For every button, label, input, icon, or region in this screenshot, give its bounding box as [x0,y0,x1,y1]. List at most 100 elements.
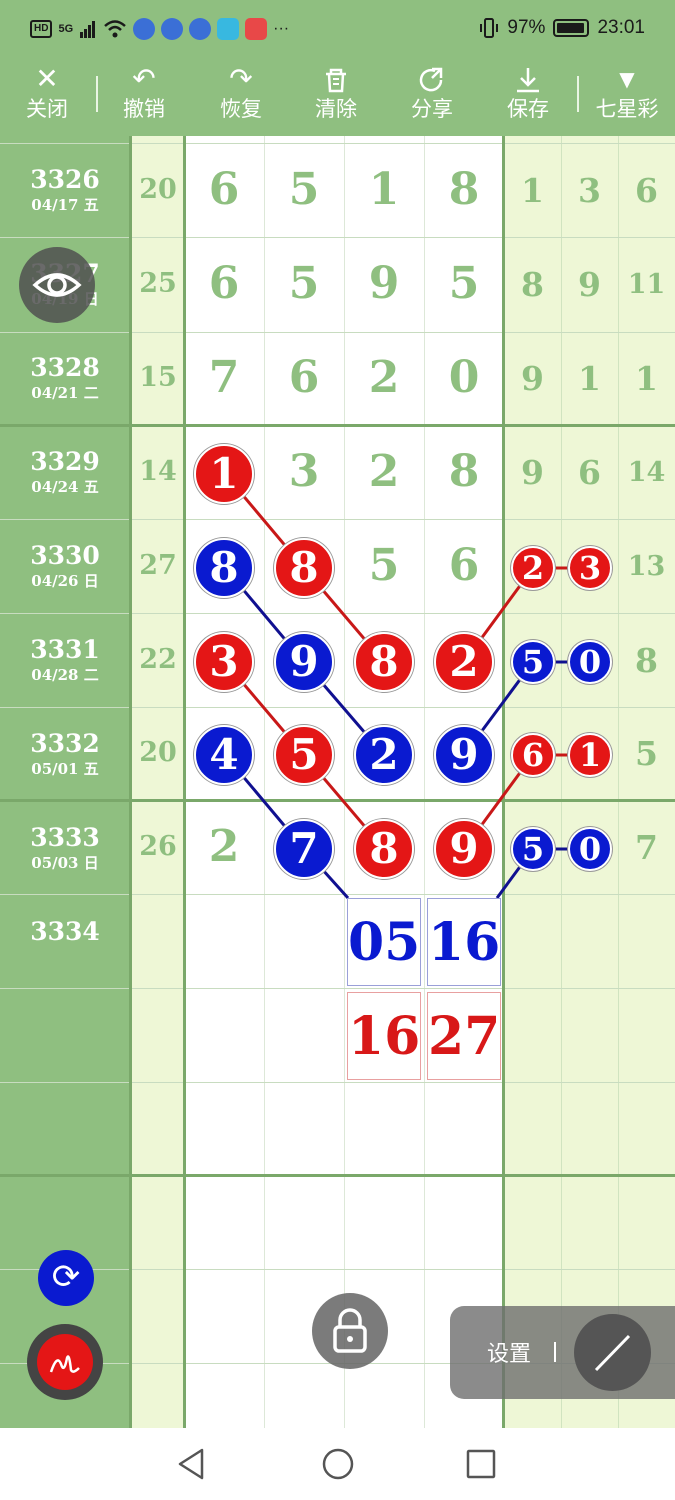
digit-cell[interactable]: 0 [424,352,504,403]
blue-ball-small[interactable]: 0 [568,640,612,684]
extra-cell[interactable]: 9 [561,265,618,304]
undo-button[interactable]: ↶ 撤销 [99,60,189,136]
red-ball[interactable]: 1 [194,444,254,504]
issue-label: 3328 04/21 二 [30,353,100,403]
digit-cell[interactable]: 2 [344,352,424,403]
refresh-button[interactable]: ⟳ [38,1250,94,1306]
toolbar: ✕ 关闭 ↶ 撤销 ↷ 恢复 清除 分享 保存 ▼ 七星彩 [0,60,675,136]
digit-cell[interactable]: 6 [184,258,264,309]
blue-ball[interactable]: 2 [354,725,414,785]
red-ball-small[interactable]: 6 [511,733,555,777]
red-ball[interactable]: 3 [194,632,254,692]
digit-cell[interactable]: 6 [424,540,504,591]
back-icon[interactable] [172,1444,212,1484]
blue-ball[interactable]: 9 [274,632,334,692]
extra-cell[interactable]: 5 [618,734,675,773]
sum-value: 20 [139,737,177,768]
sum-value: 22 [139,644,177,675]
extra-cell[interactable]: 1 [561,359,618,398]
app-icon [161,18,184,40]
extra-cell[interactable]: 1 [618,359,675,398]
prediction-box-red[interactable]: 16 [347,992,421,1080]
visibility-toggle-button[interactable] [19,247,95,323]
prediction-box-red[interactable]: 27 [427,992,501,1080]
save-button[interactable]: 保存 [483,60,573,136]
issue-label: 3326 04/17 五 [30,165,100,215]
issue-label: 3332 05/01 五 [30,729,100,779]
digit-cell[interactable]: 5 [264,164,344,215]
issue-label: 3330 04/26 日 [30,541,100,591]
redo-button[interactable]: ↷ 恢复 [196,60,286,136]
digit-cell[interactable]: 3 [264,446,344,497]
battery-percent: 97% [507,17,546,38]
digit-cell[interactable]: 7 [184,352,264,403]
vibrate-icon [480,18,499,38]
extra-cell[interactable]: 9 [504,453,561,492]
settings-button[interactable]: 设置 [487,1336,531,1368]
blue-ball[interactable]: 8 [194,538,254,598]
trash-icon [291,62,381,96]
undo-icon: ↶ [132,62,156,95]
sum-value: 15 [139,362,177,393]
recents-icon[interactable] [461,1444,501,1484]
digit-cell[interactable]: 2 [184,821,264,872]
extra-cell[interactable]: 1 [504,171,561,210]
app-icon [189,18,212,40]
more-notifications-icon: ··· [273,20,290,37]
blue-ball[interactable]: 7 [274,819,334,879]
red-ball-small[interactable]: 1 [568,733,612,777]
blue-ball-small[interactable]: 5 [511,640,555,684]
lock-button[interactable] [312,1293,388,1369]
digit-cell[interactable]: 8 [424,446,504,497]
digit-cell[interactable]: 2 [344,446,424,497]
prediction-box-blue[interactable]: 05 [347,898,421,986]
issue-label: 3334 [30,917,100,946]
extra-cell[interactable]: 3 [561,171,618,210]
digit-cell[interactable]: 6 [264,352,344,403]
extra-cell[interactable]: 13 [618,551,675,582]
extra-cell[interactable]: 8 [504,265,561,304]
digit-cell[interactable]: 5 [264,258,344,309]
red-ball[interactable]: 5 [274,725,334,785]
blue-ball-small[interactable]: 5 [511,827,555,871]
chart-grid[interactable]: 332604/17 五 20 6 5 1 8 1 3 6 332704/19 日… [0,136,675,1428]
chevron-down-icon: ▼ [619,67,635,91]
blue-ball[interactable]: 4 [194,725,254,785]
clear-button[interactable]: 清除 [291,60,381,136]
battery-icon [553,19,590,37]
red-ball[interactable]: 8 [354,632,414,692]
red-ball[interactable]: 2 [434,632,494,692]
red-ball[interactable]: 8 [274,538,334,598]
extra-cell[interactable]: 6 [561,453,618,492]
digit-cell[interactable]: 5 [424,258,504,309]
digit-cell[interactable]: 8 [424,164,504,215]
blue-ball[interactable]: 9 [434,725,494,785]
digit-cell[interactable]: 5 [344,540,424,591]
red-ball-small[interactable]: 3 [568,546,612,590]
red-ball-small[interactable]: 2 [511,546,555,590]
extra-cell[interactable]: 11 [618,269,675,300]
digit-cell[interactable]: 9 [344,258,424,309]
red-ball[interactable]: 8 [354,819,414,879]
share-button[interactable]: 分享 [387,60,477,136]
close-button[interactable]: ✕ 关闭 [2,60,92,136]
draw-pen-button[interactable] [27,1324,103,1400]
extra-cell[interactable]: 8 [618,641,675,680]
extra-cell[interactable]: 14 [618,457,675,488]
line-tool-button[interactable] [574,1314,651,1391]
prediction-box-blue[interactable]: 16 [427,898,501,986]
red-ball[interactable]: 9 [434,819,494,879]
settings-panel: 设置 [450,1306,675,1399]
digit-cell[interactable]: 6 [184,164,264,215]
extra-cell[interactable]: 7 [618,828,675,867]
extra-cell[interactable]: 9 [504,359,561,398]
sum-value: 20 [139,174,177,205]
blue-ball-small[interactable]: 0 [568,827,612,871]
book-app-icon [217,18,240,40]
home-icon[interactable] [318,1444,358,1484]
line-tool-icon [594,1334,631,1372]
extra-cell[interactable]: 6 [618,171,675,210]
download-icon [483,62,573,96]
digit-cell[interactable]: 1 [344,164,424,215]
lottery-select-button[interactable]: ▼ 七星彩 [582,60,672,136]
